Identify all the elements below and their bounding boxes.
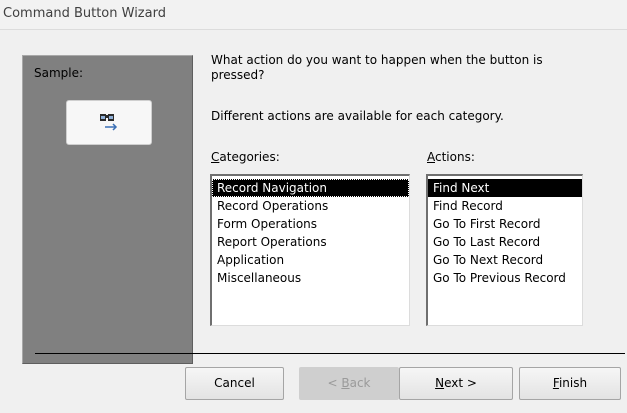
wizard-content: Sample: What action do you want to happe… bbox=[0, 30, 627, 413]
next-rest: ext > bbox=[444, 376, 477, 390]
actions-item[interactable]: Find Record bbox=[428, 197, 582, 215]
actions-item[interactable]: Go To Next Record bbox=[428, 251, 582, 269]
actions-item[interactable]: Go To Last Record bbox=[428, 233, 582, 251]
actions-label-rest: ctions: bbox=[435, 150, 475, 164]
back-rest: ack bbox=[349, 376, 371, 390]
actions-label-accesskey: A bbox=[427, 150, 435, 164]
cancel-button[interactable]: Cancel bbox=[185, 367, 284, 400]
cancel-label: Cancel bbox=[214, 376, 255, 390]
categories-item[interactable]: Report Operations bbox=[212, 233, 409, 251]
back-button[interactable]: < Back bbox=[299, 367, 399, 400]
actions-item[interactable]: Go To First Record bbox=[428, 215, 582, 233]
finish-button[interactable]: Finish bbox=[519, 367, 621, 400]
categories-item[interactable]: Record Navigation bbox=[212, 179, 409, 197]
sample-label: Sample: bbox=[34, 66, 84, 80]
finish-rest: inish bbox=[558, 376, 588, 390]
categories-label: Categories: bbox=[211, 150, 280, 164]
actions-item[interactable]: Find Next bbox=[428, 179, 582, 197]
separator-line bbox=[35, 353, 625, 354]
binoculars-arrow-icon bbox=[100, 114, 118, 131]
categories-item[interactable]: Record Operations bbox=[212, 197, 409, 215]
actions-label: Actions: bbox=[427, 150, 475, 164]
sample-panel: Sample: bbox=[22, 55, 193, 364]
next-accesskey: N bbox=[435, 376, 445, 390]
actions-item[interactable]: Go To Previous Record bbox=[428, 269, 582, 287]
categories-items: Record Navigation Record Operations Form O… bbox=[212, 176, 409, 287]
back-accesskey: B bbox=[341, 376, 350, 390]
info-text: Different actions are available for each… bbox=[211, 109, 504, 123]
categories-item[interactable]: Application bbox=[212, 251, 409, 269]
sample-button-preview bbox=[66, 100, 152, 145]
categories-item[interactable]: Miscellaneous bbox=[212, 269, 409, 287]
categories-listbox[interactable]: Record Navigation Record Operations Form O… bbox=[210, 174, 410, 326]
categories-item[interactable]: Form Operations bbox=[212, 215, 409, 233]
next-button[interactable]: Next > bbox=[399, 367, 513, 400]
actions-listbox[interactable]: Find Next Find Record Go To First Record Go… bbox=[426, 174, 583, 326]
window-title: Command Button Wizard bbox=[3, 6, 166, 21]
categories-label-rest: ategories: bbox=[219, 150, 280, 164]
title-bar: Command Button Wizard bbox=[0, 0, 627, 30]
back-prefix: < bbox=[327, 376, 342, 390]
question-text: What action do you want to happen when t… bbox=[211, 53, 543, 82]
actions-items: Find Next Find Record Go To First Record Go… bbox=[428, 176, 582, 287]
